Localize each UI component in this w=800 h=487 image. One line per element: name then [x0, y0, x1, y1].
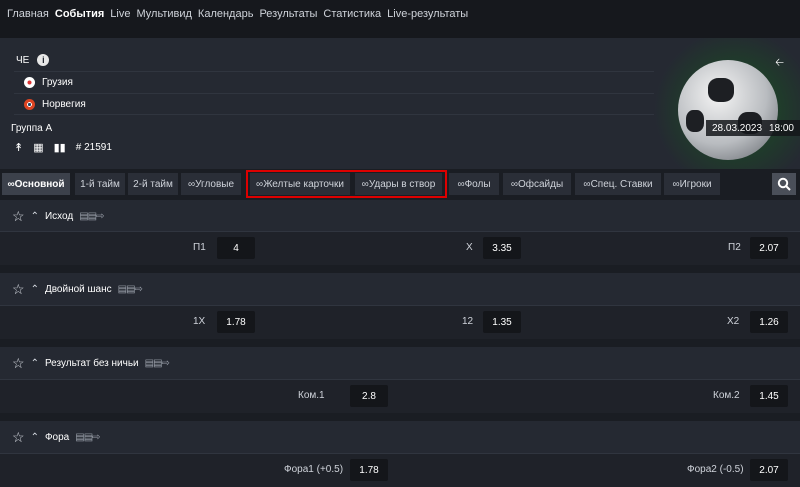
outcome-label: Фора1 (+0.5) — [284, 464, 344, 475]
grid-icon[interactable]: ▦ — [33, 141, 43, 154]
nav-live-results[interactable]: Live-результаты — [387, 8, 468, 20]
nav-statistics[interactable]: Статистика — [323, 8, 381, 20]
search-icon — [777, 177, 791, 191]
event-header: ЧЕ i Грузия Норвегия Группа A ↟ ▦ ▮▮ # 2… — [0, 38, 800, 169]
georgia-flag-icon — [24, 77, 35, 88]
chevron-up-icon[interactable]: ⌃ — [31, 432, 39, 443]
outcome-label: 1X — [193, 316, 206, 327]
nav-home[interactable]: Главная — [7, 8, 49, 20]
market-title: Результат без ничьи — [44, 357, 139, 369]
outcome-label: П2 — [728, 242, 741, 253]
back-arrow-icon[interactable]: 🡠 — [775, 54, 784, 73]
coefficients-icon: ▤▤⇨ — [75, 431, 100, 443]
market-header-draw-no-bet[interactable]: ☆ ⌃ Результат без ничьи ▤▤⇨ — [0, 347, 800, 379]
tab-offsides[interactable]: ∞ Офсайды — [503, 173, 571, 195]
tab-shots-on-target[interactable]: ∞ Удары в створ — [355, 173, 442, 195]
event-tools: ↟ ▦ ▮▮ # 21591 — [14, 141, 112, 154]
market-row-double-chance: 1X 1.78 12 1.35 X2 1.26 — [0, 305, 800, 339]
odd-button[interactable]: 1.78 — [350, 459, 388, 481]
nav-live[interactable]: Live — [110, 8, 130, 20]
odd-button[interactable]: 1.35 — [483, 311, 521, 333]
group-label: Группа A — [11, 123, 53, 134]
tab-players[interactable]: ∞ Игроки — [664, 173, 720, 195]
tab-special-bets[interactable]: ∞ Спец. Ставки — [575, 173, 661, 195]
market-header-double-chance[interactable]: ☆ ⌃ Двойной шанс ▤▤⇨ — [0, 273, 800, 305]
odd-button[interactable]: 2.07 — [750, 237, 788, 259]
odd-button[interactable]: 2.07 — [750, 459, 788, 481]
event-date: 28.03.2023 — [712, 122, 763, 134]
outcome-label: П1 — [193, 242, 206, 253]
market-title: Исход — [44, 210, 74, 222]
nav-events[interactable]: События — [55, 8, 104, 20]
soccer-ball-image — [678, 60, 778, 160]
tab-fouls[interactable]: ∞ Фолы — [449, 173, 499, 195]
outcome-label: Фора2 (-0.5) — [687, 464, 744, 475]
norway-flag-icon — [24, 98, 35, 110]
star-icon[interactable]: ☆ — [12, 355, 25, 372]
odd-button[interactable]: 1.45 — [750, 385, 788, 407]
event-datetime: 28.03.2023 18:00 — [706, 120, 800, 136]
coefficients-icon: ▤▤⇨ — [117, 283, 143, 295]
search-button[interactable] — [772, 173, 796, 195]
market-row-draw-no-bet: Ком.1 2.8 Ком.2 1.45 — [0, 379, 800, 413]
chevron-up-icon[interactable]: ⌃ — [31, 211, 39, 222]
tab-first-half[interactable]: 1-й тайм — [75, 173, 125, 195]
market-title: Фора — [44, 431, 70, 443]
outcome-label: X2 — [727, 316, 740, 327]
market-title: Двойной шанс — [44, 283, 112, 295]
coefficients-icon: ▤▤⇨ — [79, 210, 104, 222]
championship-name: ЧЕ — [16, 54, 30, 66]
outcome-label: 12 — [462, 316, 474, 327]
nav-multiview[interactable]: Мультивид — [136, 8, 191, 20]
outcome-label: Ком.2 — [713, 390, 740, 401]
star-icon[interactable]: ☆ — [12, 281, 25, 298]
tab-second-half[interactable]: 2-й тайм — [128, 173, 178, 195]
tab-yellow-cards[interactable]: ∞ Желтые карточки — [250, 173, 350, 195]
market-tabs: ∞ Основной 1-й тайм 2-й тайм ∞ Угловые ∞ Же… — [0, 169, 800, 198]
info-icon[interactable]: i — [37, 54, 50, 66]
tab-main[interactable]: ∞ Основной — [2, 173, 70, 195]
team-1-name: Грузия — [42, 77, 73, 88]
nav-results[interactable]: Результаты — [259, 8, 317, 20]
odd-button[interactable]: 1.26 — [750, 311, 788, 333]
star-icon[interactable]: ☆ — [12, 208, 25, 225]
match-id: # 21591 — [75, 142, 112, 153]
market-header-outcome[interactable]: ☆ ⌃ Исход ▤▤⇨ — [0, 200, 800, 232]
chevron-up-icon[interactable]: ⌃ — [31, 358, 39, 369]
coefficients-icon: ▤▤⇨ — [144, 357, 170, 369]
market-row-outcome: П1 4 X 3.35 П2 2.07 — [0, 231, 800, 265]
championship: ЧЕ i — [16, 54, 50, 66]
tab-corners[interactable]: ∞ Угловые — [181, 173, 241, 195]
top-navigation: Главная События Live Мультивид Календарь… — [0, 0, 800, 38]
chevron-up-icon[interactable]: ⌃ — [31, 284, 39, 295]
team-2-row: Норвегия — [14, 93, 654, 115]
statistics-bars-icon[interactable]: ▮▮ — [54, 141, 66, 154]
outcome-label: X — [466, 242, 473, 253]
team-1-row: Грузия — [14, 71, 654, 93]
odd-button[interactable]: 1.78 — [217, 311, 255, 333]
event-time: 18:00 — [768, 122, 794, 134]
odd-button[interactable]: 3.35 — [483, 237, 521, 259]
team-2-name: Норвегия — [42, 98, 86, 110]
odd-button[interactable]: 2.8 — [350, 385, 388, 407]
nav-calendar[interactable]: Календарь — [198, 8, 254, 20]
collapse-up-icon[interactable]: ↟ — [14, 141, 23, 154]
odd-button[interactable]: 4 — [217, 237, 255, 259]
market-header-handicap[interactable]: ☆ ⌃ Фора ▤▤⇨ — [0, 421, 800, 453]
star-icon[interactable]: ☆ — [12, 429, 25, 446]
outcome-label: Ком.1 — [298, 390, 325, 401]
market-row-handicap: Фора1 (+0.5) 1.78 Фора2 (-0.5) 2.07 — [0, 453, 800, 487]
